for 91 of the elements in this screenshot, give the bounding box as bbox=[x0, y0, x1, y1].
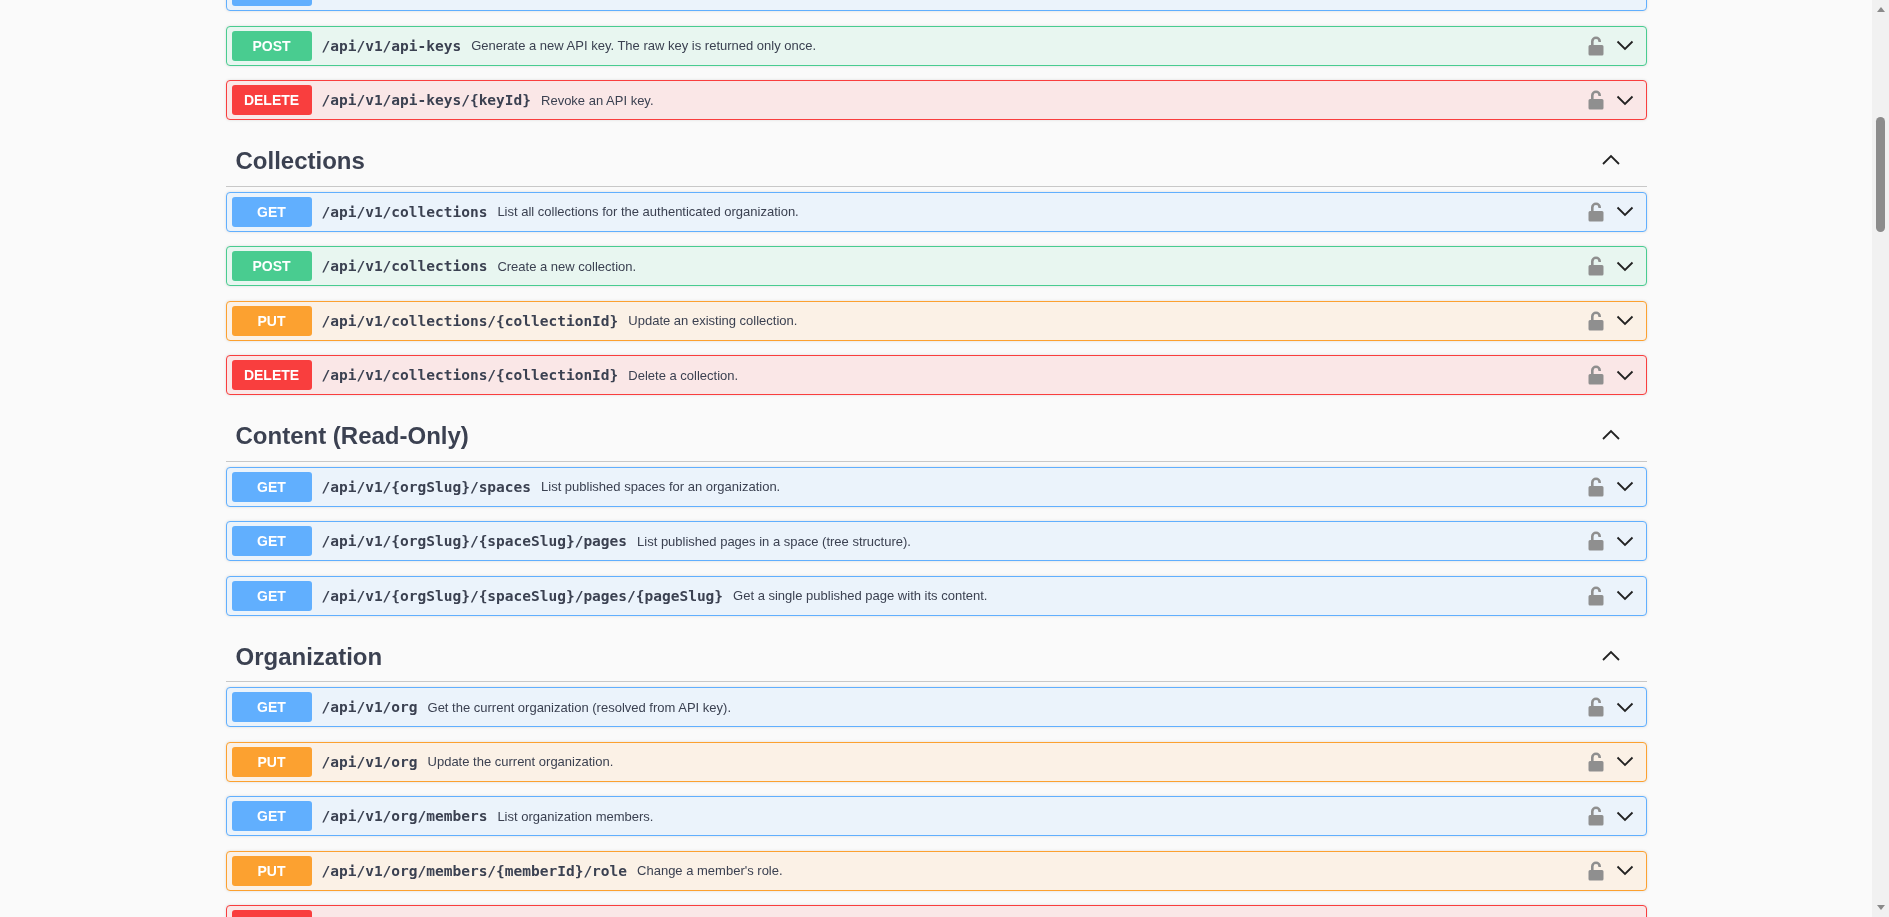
endpoint-row[interactable]: GET /api/v1/{orgSlug}/{spaceSlug}/pages/{pageSlug} Get a single published page with its content. bbox=[225, 575, 1647, 616]
chevron-up-icon[interactable] bbox=[1600, 154, 1621, 166]
endpoint-description: Get the current organization (resolved from API key). bbox=[427, 699, 731, 715]
padlock-icon[interactable] bbox=[1587, 365, 1604, 385]
chevron-down-icon[interactable] bbox=[1615, 535, 1634, 547]
method-badge: PUT bbox=[231, 746, 312, 777]
endpoint-row[interactable]: POST /api/v1/collections Create a new collection. bbox=[225, 246, 1647, 286]
endpoint-path: /api/v1/collections bbox=[321, 203, 488, 220]
endpoint-description: List all collections for the authenticated organization. bbox=[497, 204, 799, 219]
scroll-up-icon[interactable] bbox=[1875, 5, 1886, 13]
endpoint-path: /api/v1/org bbox=[321, 699, 418, 715]
endpoint-row[interactable]: GET /api/v1/org Get the current organization (resolved from API key). bbox=[225, 687, 1647, 727]
endpoint-row[interactable]: PUT /api/v1/collections/{collectionId} Update an existing collection. bbox=[225, 300, 1647, 341]
endpoint-description: Get a single published page with its content. bbox=[733, 588, 988, 603]
endpoint-path: /api/v1/org bbox=[321, 753, 418, 770]
endpoint-description: List published spaces for an organization. bbox=[541, 479, 781, 494]
method-badge: POST bbox=[231, 251, 312, 281]
chevron-down-icon[interactable] bbox=[1615, 701, 1634, 713]
padlock-icon[interactable] bbox=[1587, 531, 1604, 551]
method-badge: GET bbox=[231, 692, 312, 722]
padlock-icon[interactable] bbox=[1587, 697, 1604, 717]
method-badge: PUT bbox=[231, 305, 312, 336]
method-badge: DELETE bbox=[231, 360, 312, 390]
chevron-down-icon[interactable] bbox=[1615, 756, 1634, 767]
method-badge: GET bbox=[231, 580, 312, 611]
endpoint-description: Update the current organization. bbox=[427, 754, 614, 769]
endpoint-row[interactable]: DELETE /api/v1/api-keys/{keyId} Revoke an API key. bbox=[225, 80, 1647, 120]
endpoint-path: /api/v1/collections bbox=[321, 258, 488, 274]
chevron-down-icon[interactable] bbox=[1615, 94, 1634, 106]
section-title: Collections bbox=[235, 146, 366, 175]
endpoint-description: Change a member's role. bbox=[637, 863, 783, 878]
endpoint-row[interactable]: GET /api/v1/{orgSlug}/{spaceSlug}/pages List published pages in a space (tree structure). bbox=[225, 521, 1647, 561]
endpoint-description: Update an existing collection. bbox=[628, 313, 798, 328]
padlock-icon[interactable] bbox=[1587, 310, 1604, 331]
padlock-icon[interactable] bbox=[1587, 256, 1604, 276]
section-title: Content (Read-Only) bbox=[235, 421, 470, 450]
endpoint-row[interactable]: POST /api/v1/api-keys Generate a new API key. The raw key is returned only once. bbox=[225, 25, 1647, 66]
endpoint-path: /api/v1/collections/{collectionId} bbox=[321, 312, 619, 329]
endpoint-path: /api/v1/api-keys/{keyId} bbox=[321, 92, 531, 108]
endpoint-row[interactable]: GET /api/v1/{orgSlug}/spaces List published spaces for an organization. bbox=[225, 466, 1647, 507]
chevron-down-icon[interactable] bbox=[1615, 865, 1634, 876]
endpoint-path: /api/v1/{orgSlug}/{spaceSlug}/pages bbox=[321, 533, 628, 549]
endpoint-path: /api/v1/{orgSlug}/spaces bbox=[321, 478, 531, 495]
method-badge: GET bbox=[231, 196, 312, 227]
chevron-up-icon[interactable] bbox=[1600, 649, 1621, 662]
chevron-down-icon[interactable] bbox=[1615, 315, 1634, 326]
padlock-icon[interactable] bbox=[1587, 35, 1604, 56]
padlock-icon[interactable] bbox=[1587, 751, 1604, 772]
endpoint-row[interactable]: GET /api/v1/collections List all collections for the authenticated organization. bbox=[225, 191, 1647, 232]
method-badge: GET bbox=[231, 526, 312, 556]
padlock-icon[interactable] bbox=[1587, 860, 1604, 881]
endpoint-row[interactable]: PUT /api/v1/org/members/{memberId}/role Change a member's role. bbox=[225, 850, 1647, 891]
method-badge: DELETE bbox=[231, 85, 312, 115]
endpoint-row[interactable]: DELETE /api/v1/collections/{collectionId} Delete a collection. bbox=[225, 355, 1647, 395]
section-header[interactable]: Collections bbox=[225, 134, 1647, 187]
method-badge: GET bbox=[231, 801, 312, 831]
padlock-icon[interactable] bbox=[1587, 476, 1604, 497]
chevron-down-icon[interactable] bbox=[1615, 810, 1634, 822]
endpoint-row[interactable]: GET /api/v1/org/members List organization members. bbox=[225, 796, 1647, 836]
section-header[interactable]: Content (Read-Only) bbox=[225, 409, 1647, 462]
chevron-down-icon[interactable] bbox=[1615, 40, 1634, 51]
scroll-down-icon[interactable] bbox=[1875, 904, 1886, 912]
endpoint-path: /api/v1/collections/{collectionId} bbox=[321, 367, 619, 383]
padlock-icon[interactable] bbox=[1587, 806, 1604, 826]
endpoint-description: Generate a new API key. The raw key is returned only once. bbox=[471, 38, 817, 53]
endpoint-path: /api/v1/api-keys bbox=[321, 37, 462, 54]
method-badge: GET bbox=[231, 471, 312, 502]
padlock-icon[interactable] bbox=[1587, 201, 1604, 222]
scrollbar-thumb[interactable] bbox=[1876, 117, 1885, 232]
endpoint-path: /api/v1/org/members bbox=[321, 808, 488, 824]
endpoint-description: Revoke an API key. bbox=[541, 92, 654, 108]
method-badge: POST bbox=[231, 30, 312, 61]
endpoint-path: /api/v1/org/members/{memberId}/role bbox=[321, 862, 628, 879]
padlock-icon[interactable] bbox=[1587, 585, 1604, 606]
scrollbar[interactable] bbox=[1872, 0, 1889, 917]
chevron-down-icon[interactable] bbox=[1615, 206, 1634, 217]
method-badge: PUT bbox=[231, 855, 312, 886]
section-title: Organization bbox=[235, 641, 384, 671]
chevron-down-icon[interactable] bbox=[1615, 590, 1634, 601]
endpoint-row[interactable]: PUT /api/v1/org Update the current organization. bbox=[225, 741, 1647, 782]
padlock-icon[interactable] bbox=[1587, 90, 1604, 110]
section-header[interactable]: Organization bbox=[225, 630, 1647, 682]
chevron-down-icon[interactable] bbox=[1615, 369, 1634, 381]
chevron-down-icon[interactable] bbox=[1615, 481, 1634, 492]
chevron-up-icon[interactable] bbox=[1600, 429, 1621, 441]
endpoint-path: /api/v1/{orgSlug}/{spaceSlug}/pages/{pageSlug} bbox=[321, 587, 724, 604]
endpoint-description: Delete a collection. bbox=[628, 367, 739, 383]
endpoint-description: List organization members. bbox=[497, 808, 654, 824]
endpoint-description: List published pages in a space (tree structure). bbox=[637, 533, 911, 549]
endpoint-description: Create a new collection. bbox=[497, 258, 637, 274]
chevron-down-icon[interactable] bbox=[1615, 260, 1634, 272]
